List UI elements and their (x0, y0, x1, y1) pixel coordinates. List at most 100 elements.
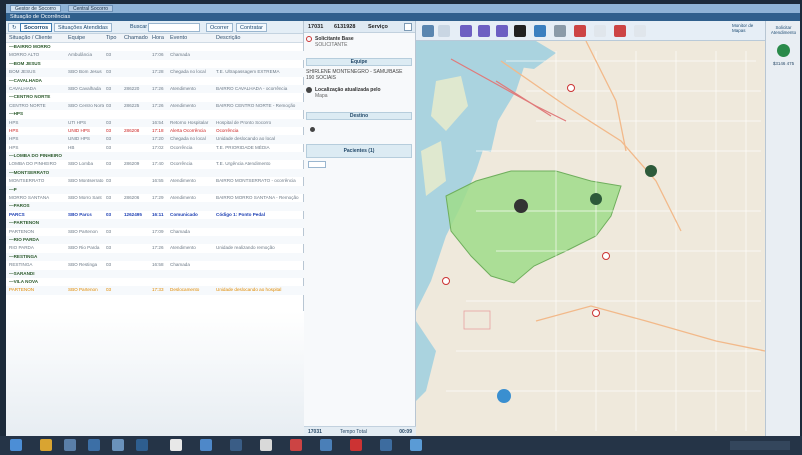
map-canvas[interactable] (416, 21, 765, 436)
search-input[interactable] (148, 23, 200, 32)
table-group-row[interactable]: —CENTRO NORTE (6, 93, 304, 101)
table-group-row[interactable]: —RESTINGA (6, 252, 304, 262)
app-icon[interactable] (170, 439, 182, 451)
app-icon[interactable] (380, 439, 392, 451)
table-group-row[interactable]: —BAIRRO MORRO (6, 43, 304, 51)
map-user-label[interactable]: Monitor de Mapas (732, 23, 762, 33)
table-group-row[interactable]: —HPS (6, 110, 304, 118)
table-row[interactable]: LOMBA DO PINHEIRO SBO Lomba 03 286209 17:40 O… (6, 160, 304, 168)
table-group-row[interactable]: —RIO PARDA (6, 235, 304, 245)
table-row[interactable]: MORRO ALTO Ambulância 03 17:06 Chamada (6, 51, 304, 60)
table-row[interactable]: MORRO SANTANA SBO Morro Sant 03 286206 17:29… (6, 194, 304, 202)
contratar-button[interactable]: Contratar (236, 23, 267, 32)
system-tray[interactable] (730, 441, 790, 450)
table-group-row[interactable]: —VILA NOVA (6, 278, 304, 286)
app-icon[interactable] (88, 439, 100, 451)
table-cell: 16:11 (152, 211, 164, 217)
app-header: Situação de Ocorrências (6, 13, 800, 21)
table-cell: UTI HPS (68, 119, 87, 125)
tab-socorros[interactable]: Socorros (20, 23, 53, 32)
filter-pin-icon[interactable] (460, 25, 472, 37)
window-tab-1[interactable]: Central Socorro (68, 5, 114, 12)
filter-pin-icon[interactable] (478, 25, 490, 37)
table-row[interactable]: BOM JESUS SBO Bom Jesus 03 17:28 Chegada no … (6, 68, 304, 77)
column-header[interactable]: Tipo (106, 35, 117, 41)
column-header[interactable]: Equipe (68, 35, 85, 41)
table-group-row[interactable]: —BOM JESUS (6, 60, 304, 68)
table-row[interactable]: CAVALHADA SBO Cavalhada 03 286220 17:26 Atend… (6, 84, 304, 94)
table-row[interactable]: RESTINGA SBO Restinga 03 16:58 Chamada (6, 261, 304, 269)
table-group-row[interactable]: —PARTENON (6, 219, 304, 228)
window-tab-0[interactable]: Gestor de Socorro (10, 5, 61, 12)
table-row[interactable]: PARTENON SBO Partenon 03 17:33 Deslocamento U… (6, 286, 304, 295)
refresh-button[interactable]: ↻ (8, 23, 21, 32)
app-icon[interactable] (320, 439, 332, 451)
footer-code: 17031 (308, 429, 322, 435)
section-pacientes[interactable]: Pacientes (1) (306, 144, 412, 158)
table-row[interactable]: HPS UNID HPS 03 286208 17:18 Alerta Ocorrênci… (6, 127, 304, 135)
app-icon[interactable] (112, 439, 124, 451)
table-row[interactable]: HPS UTI HPS 03 16:54 Retorno Hospitalar Hospi… (6, 118, 304, 127)
table-row[interactable]: MONTSERRATO SBO Montserrato 03 16:55 Atendim… (6, 177, 304, 185)
app-icon[interactable] (230, 439, 242, 451)
table-cell: 17:02 (152, 144, 164, 150)
layers-icon[interactable] (438, 25, 450, 37)
table-cell: SBO Partenon (68, 287, 98, 293)
column-header[interactable]: Situação / Cliente (9, 35, 52, 41)
requester-sub: SOLICITANTE (315, 42, 348, 48)
table-row[interactable]: PARTENON SBO Partenon 03 17:09 Chamada (6, 228, 304, 236)
filter-pin-icon[interactable] (496, 25, 508, 37)
table-group-row[interactable]: —SARANDI (6, 269, 304, 278)
tab-situacoes-atendidas[interactable]: Situações Atendidas (54, 23, 112, 32)
table-cell: Alerta Ocorrência (170, 127, 206, 133)
app-icon[interactable] (260, 439, 272, 451)
app-icon[interactable] (64, 439, 76, 451)
column-header[interactable]: Hora (152, 35, 164, 41)
table-group-row[interactable]: —PAROS (6, 202, 304, 211)
grid-icon[interactable] (554, 25, 566, 37)
table-group-row[interactable]: —CAVALHADA (6, 77, 304, 85)
zoom-icon[interactable] (634, 25, 646, 37)
table-cell: Unidade deslocando ao local (216, 136, 275, 142)
app-icon[interactable] (290, 439, 302, 451)
occurrence-list-panel: ↻ Socorros Situações Atendidas Buscar Oc… (6, 21, 304, 436)
table-row[interactable]: CENTRO NORTE SBO Centro Norte 03 286225 17:2… (6, 101, 304, 111)
app-icon[interactable] (136, 439, 148, 451)
table-row[interactable]: HPS UNID HPS 03 17:20 Chegada no local Unidad… (6, 135, 304, 144)
detail-footer: 17031 Tempo Total 00:09 (304, 426, 416, 436)
shield-icon[interactable] (574, 25, 586, 37)
section-equipe[interactable]: Equipe (306, 58, 412, 66)
app-icon[interactable] (410, 439, 422, 451)
extra-action-label[interactable]: Solicitar Atendimento (768, 25, 799, 35)
table-cell: 03 (106, 119, 112, 125)
table-cell: SBO Partenon (68, 228, 98, 234)
column-header[interactable]: Descrição (216, 35, 240, 41)
settings-icon[interactable] (594, 25, 606, 37)
table-row[interactable]: RIO PARDA SBO Rio Parda 03 17:26 Atendimento… (6, 244, 304, 252)
start-icon[interactable] (10, 439, 22, 451)
alert-icon[interactable] (614, 25, 626, 37)
home-icon[interactable] (422, 25, 434, 37)
app-icon[interactable] (200, 439, 212, 451)
ambulance-marker-icon (497, 389, 511, 403)
table-row[interactable]: HPS HB 03 17:02 Ocorrência T.E. PRIORIDADE MÉ… (6, 144, 304, 152)
table-cell: 17:29 (152, 195, 164, 201)
patient-chip[interactable] (308, 161, 326, 168)
table-group-row[interactable]: —LOMBA DO PINHEIRO (6, 152, 304, 161)
ambulance-marker-icon (645, 165, 657, 177)
vehicle-status-icon[interactable] (777, 44, 790, 57)
ambulance-icon[interactable] (534, 25, 546, 37)
location-pin-icon[interactable] (514, 25, 526, 37)
table-group-row[interactable]: —P (6, 185, 304, 195)
folder-icon[interactable] (40, 439, 52, 451)
table-cell: 03 (106, 287, 112, 293)
section-destino[interactable]: Destino (306, 112, 412, 120)
column-header[interactable]: Evento (170, 35, 187, 41)
table-group-row[interactable]: —MONTSERRATO (6, 168, 304, 178)
table-row[interactable]: PARCS SBO Parcs 03 1262495 16:11 Comunicado Có… (6, 211, 304, 219)
collapse-icon[interactable] (404, 23, 412, 31)
column-header[interactable]: Chamado (124, 35, 148, 41)
ocorrer-button[interactable]: Ocorrer (206, 23, 233, 32)
app-icon[interactable] (350, 439, 362, 451)
map-panel[interactable]: Monitor de Mapas (416, 21, 765, 436)
